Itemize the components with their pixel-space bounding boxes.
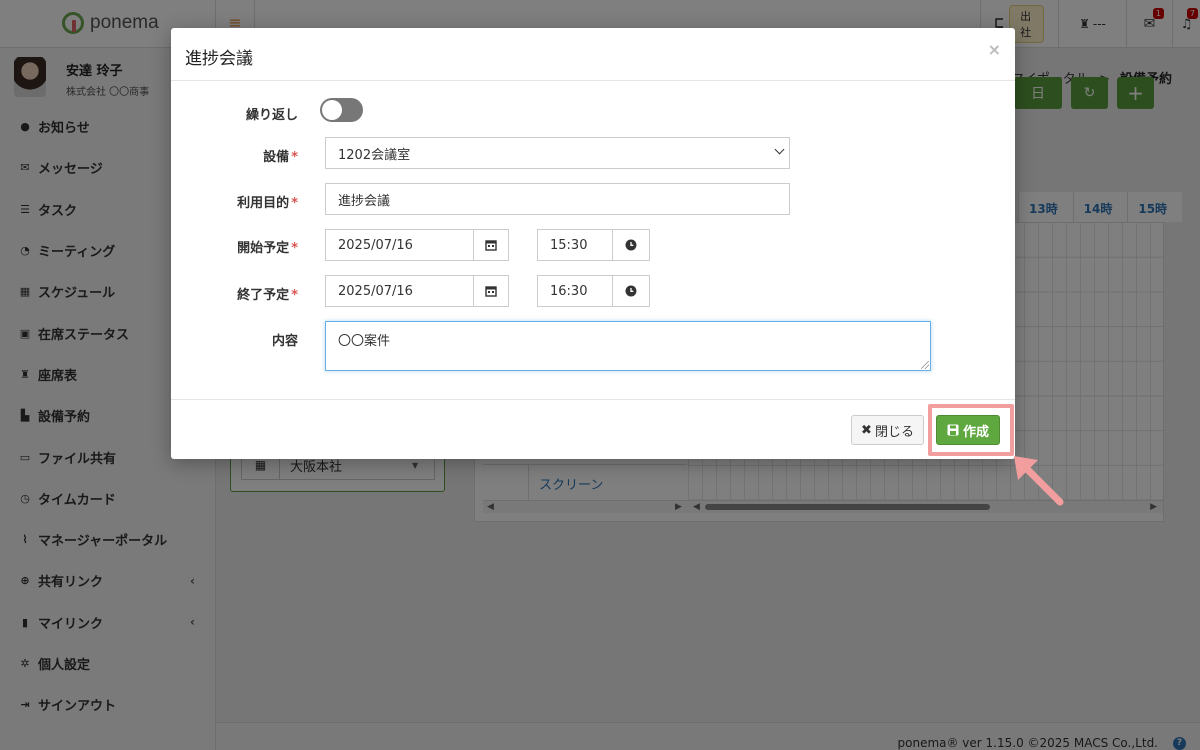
end-date-input[interactable]: 2025/07/16 (325, 275, 474, 307)
facility-select[interactable]: 1202会議室 (325, 137, 790, 169)
facility-label: 設備 * (263, 146, 298, 165)
modal-footer: ✖ 閉じる 作成 (171, 399, 1015, 459)
start-date-value: 2025/07/16 (338, 237, 413, 253)
close-x-icon: ✖ (861, 422, 872, 438)
facility-value: 1202会議室 (338, 147, 411, 163)
repeat-toggle[interactable] (320, 98, 363, 122)
required-mark: * (291, 241, 298, 256)
purpose-input[interactable]: 進捗会議 (325, 183, 790, 215)
purpose-label: 利用目的 * (237, 192, 298, 211)
content-label: 内容 (271, 334, 298, 349)
end-date-value: 2025/07/16 (338, 283, 413, 299)
create-button-highlight (928, 404, 1014, 456)
end-label: 終了予定 * (237, 284, 298, 303)
modal-header: 進捗会議 × (171, 28, 1015, 81)
pointer-arrow-icon (1014, 456, 1064, 506)
facility-label-text: 設備 (263, 150, 290, 165)
start-time-input[interactable]: 15:30 (537, 229, 614, 261)
close-button-label: 閉じる (874, 424, 914, 440)
repeat-label: 繰り返し (245, 108, 298, 123)
resize-grip-icon[interactable] (921, 361, 929, 369)
start-time-value: 15:30 (550, 237, 588, 253)
end-time-value: 16:30 (550, 283, 588, 299)
clock-icon (625, 285, 637, 297)
purpose-value: 進捗会議 (338, 193, 391, 209)
content-value: 〇〇案件 (338, 334, 391, 349)
start-label-text: 開始予定 (237, 241, 290, 256)
start-date-input[interactable]: 2025/07/16 (325, 229, 474, 261)
reservation-modal: 進捗会議 × 繰り返し 設備 * 1202会議室 利用目的 * 進捗会議 開始予定 *… (171, 28, 1015, 459)
end-date-picker-button[interactable] (473, 275, 509, 307)
end-time-input[interactable]: 16:30 (537, 275, 614, 307)
close-icon[interactable]: × (988, 40, 1001, 59)
toggle-knob (322, 100, 342, 120)
end-time-picker-button[interactable] (612, 275, 650, 307)
start-time-picker-button[interactable] (612, 229, 650, 261)
content-textarea[interactable]: 〇〇案件 (325, 321, 931, 371)
purpose-label-text: 利用目的 (237, 196, 290, 211)
calendar-icon (485, 286, 497, 297)
calendar-icon (485, 240, 497, 251)
required-mark: * (291, 288, 298, 303)
end-label-text: 終了予定 (237, 288, 290, 303)
required-mark: * (291, 150, 298, 165)
start-date-picker-button[interactable] (473, 229, 509, 261)
required-mark: * (291, 196, 298, 211)
close-button[interactable]: ✖ 閉じる (851, 415, 924, 445)
clock-icon (625, 239, 637, 251)
start-label: 開始予定 * (237, 237, 298, 256)
chevron-down-icon (774, 144, 785, 155)
modal-title: 進捗会議 (185, 49, 253, 69)
